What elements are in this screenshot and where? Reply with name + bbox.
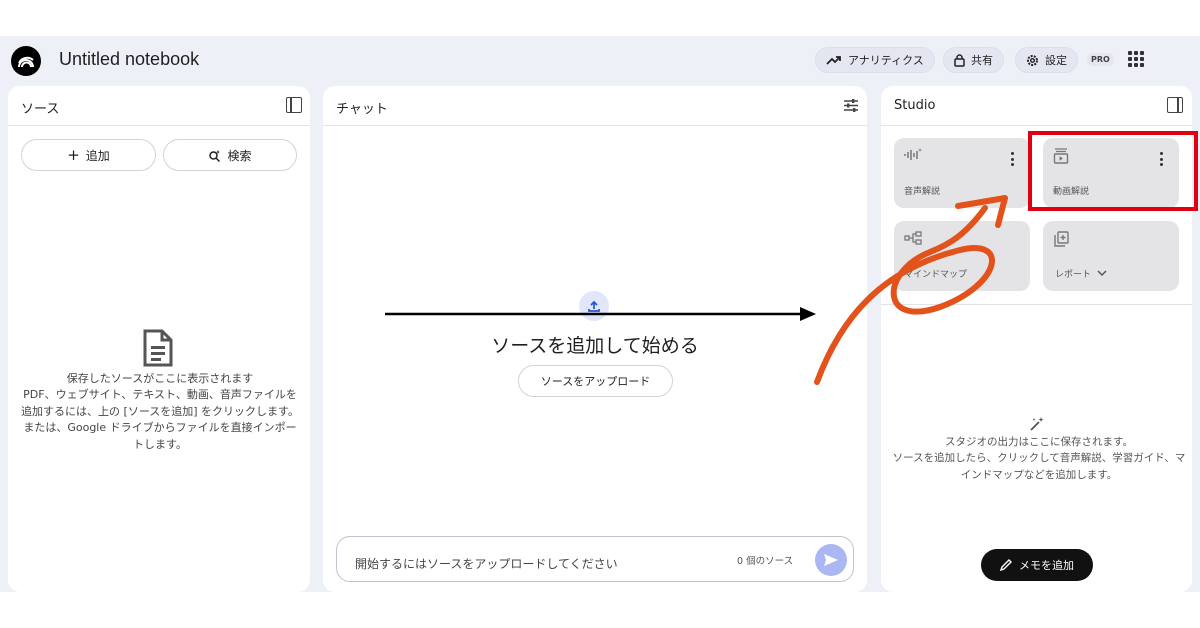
notebooklm-logo-icon[interactable] bbox=[11, 46, 41, 76]
settings-label: 設定 bbox=[1045, 54, 1067, 67]
studio-panel: Studio 音声解説 動画解説 マインドマップ レポート スタジオの出力はここ… bbox=[881, 86, 1192, 592]
sources-panel-header: ソース bbox=[8, 86, 310, 126]
mind-map-icon bbox=[904, 231, 922, 245]
studio-tile-audio-overview[interactable]: 音声解説 bbox=[894, 138, 1030, 208]
pro-badge: PRO bbox=[1087, 53, 1114, 66]
collapse-studio-icon[interactable] bbox=[1167, 97, 1183, 113]
send-button[interactable] bbox=[815, 544, 847, 576]
more-vert-icon[interactable] bbox=[1160, 152, 1163, 166]
more-vert-icon[interactable] bbox=[1011, 152, 1014, 166]
collapse-sidebar-icon[interactable] bbox=[286, 97, 302, 113]
report-icon bbox=[1054, 231, 1069, 247]
studio-divider bbox=[881, 304, 1192, 305]
studio-title: Studio bbox=[894, 98, 936, 113]
gear-icon bbox=[1027, 54, 1038, 66]
audio-waveform-icon bbox=[904, 148, 922, 160]
chat-panel-header: チャット bbox=[323, 86, 867, 126]
trending-up-icon bbox=[826, 56, 841, 65]
sources-title: ソース bbox=[21, 102, 60, 117]
search-source-label: 検索 bbox=[227, 148, 252, 163]
studio-tile-mind-map[interactable]: マインドマップ bbox=[894, 221, 1030, 291]
document-icon bbox=[143, 329, 173, 367]
plus-icon: + bbox=[67, 146, 80, 164]
share-label: 共有 bbox=[971, 54, 993, 67]
notebook-app: Untitled notebook アナリティクス 共有 設定 PRO ソース … bbox=[0, 36, 1200, 592]
apps-grid-icon[interactable] bbox=[1128, 51, 1144, 67]
studio-tile-video-overview[interactable]: 動画解説 bbox=[1043, 138, 1179, 208]
tile-label-report: レポート bbox=[1055, 267, 1107, 280]
sources-empty-description: PDF、ウェブサイト、テキスト、動画、音声ファイルを追加するには、上の [ソース… bbox=[21, 388, 299, 451]
share-button[interactable]: 共有 bbox=[943, 47, 1004, 73]
tune-icon[interactable] bbox=[843, 98, 859, 113]
settings-button[interactable]: 設定 bbox=[1015, 47, 1078, 73]
chat-panel: チャット ソースを追加して始める ソースをアップロード 0 個のソース bbox=[323, 86, 867, 592]
chevron-down-icon bbox=[1097, 270, 1107, 277]
sources-panel: ソース + 追加 検索 保存したソースがここに表示されます PDF、ウェブサイト… bbox=[8, 86, 310, 592]
sources-empty-title: 保存したソースがここに表示されます bbox=[66, 372, 254, 385]
lock-icon bbox=[954, 53, 965, 67]
upload-icon bbox=[579, 291, 609, 321]
tile-label: 動画解説 bbox=[1053, 187, 1090, 197]
tile-label: マインドマップ bbox=[904, 270, 968, 280]
search-source-button[interactable]: 検索 bbox=[163, 139, 297, 171]
video-play-icon bbox=[1053, 148, 1069, 164]
add-note-button[interactable]: メモを追加 bbox=[981, 549, 1093, 581]
studio-empty-description: ソースを追加したら、クリックして音声解説、学習ガイド、マインドマップなどを追加し… bbox=[892, 452, 1186, 481]
studio-tile-report[interactable]: レポート bbox=[1043, 221, 1179, 291]
add-source-button[interactable]: + 追加 bbox=[21, 139, 156, 171]
chat-title: チャット bbox=[336, 102, 388, 117]
chat-input[interactable] bbox=[355, 557, 705, 571]
add-source-label: 追加 bbox=[85, 148, 110, 163]
notebook-title[interactable]: Untitled notebook bbox=[59, 49, 199, 70]
tile-label: 音声解説 bbox=[904, 187, 941, 197]
analytics-button[interactable]: アナリティクス bbox=[815, 47, 935, 73]
studio-panel-header: Studio bbox=[881, 86, 1192, 126]
analytics-label: アナリティクス bbox=[848, 54, 924, 67]
search-sparkle-icon bbox=[209, 149, 221, 162]
chat-input-box: 0 個のソース bbox=[336, 536, 854, 582]
chat-empty-heading: ソースを追加して始める bbox=[491, 335, 699, 357]
studio-empty-title: スタジオの出力はここに保存されます。 bbox=[945, 436, 1133, 448]
send-icon bbox=[824, 554, 838, 566]
magic-wand-icon bbox=[1030, 417, 1044, 431]
pencil-icon bbox=[1000, 559, 1012, 571]
upload-source-button[interactable]: ソースをアップロード bbox=[518, 365, 673, 397]
add-note-label: メモを追加 bbox=[1019, 559, 1074, 572]
source-count: 0 個のソース bbox=[737, 556, 794, 567]
